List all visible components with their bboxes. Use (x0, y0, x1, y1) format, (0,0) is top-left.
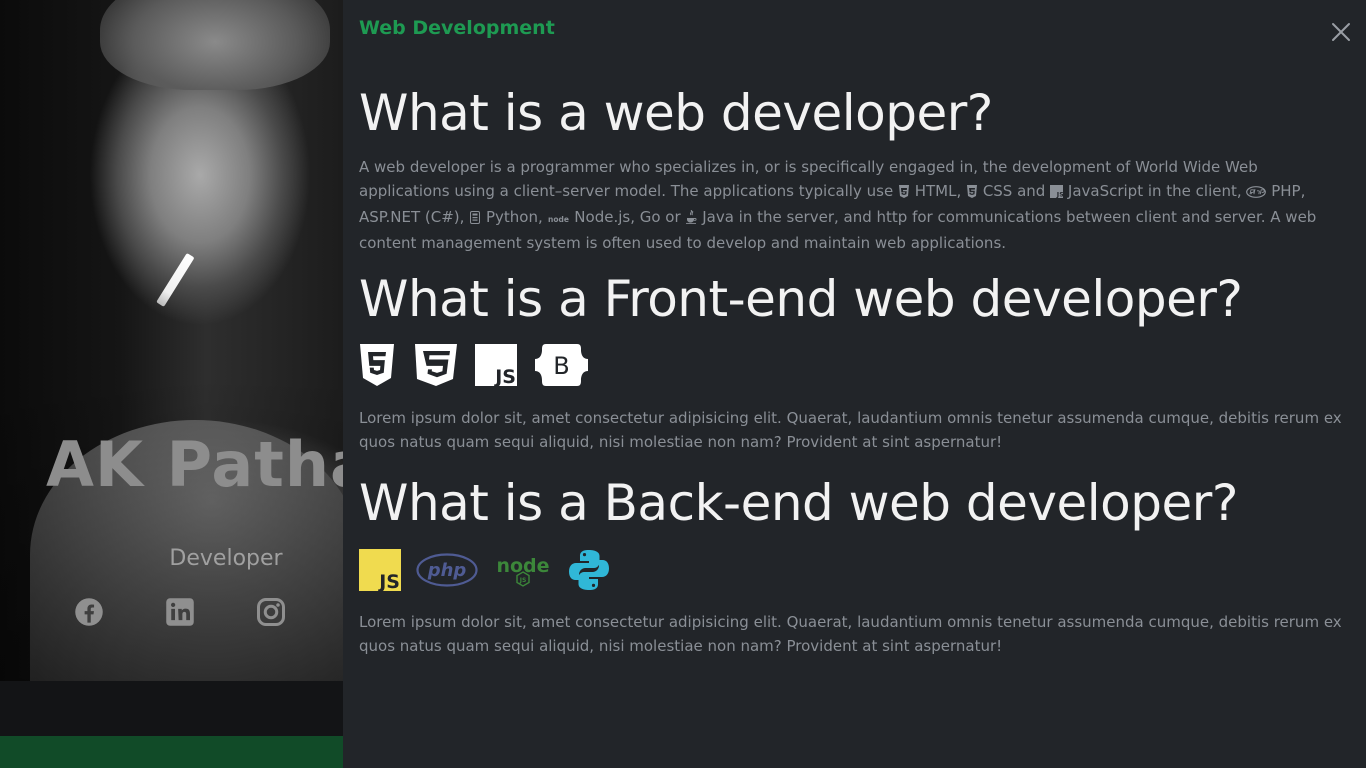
svg-text:JS: JS (1056, 191, 1063, 199)
nodejs-icon: node (548, 207, 570, 231)
svg-text:JS: JS (493, 366, 516, 386)
javascript-icon: JS (475, 344, 517, 390)
profile-card: AK Pathan Developer (0, 0, 343, 768)
svg-text:php: php (427, 560, 467, 581)
modal-title: Web Development (359, 17, 555, 39)
svg-text:JS: JS (519, 577, 527, 584)
javascript-icon: JS (1050, 181, 1064, 205)
close-button[interactable] (1330, 21, 1352, 43)
linkedin-icon[interactable] (164, 596, 196, 628)
section-heading-front-end: What is a Front-end web developer? (359, 270, 1243, 328)
section-heading-back-end: What is a Back-end web developer? (359, 474, 1238, 532)
python-icon (568, 549, 610, 595)
section-paragraph-front-end: Lorem ipsum dolor sit, amet consectetur … (359, 409, 1342, 451)
back-end-icon-row: JS php node JS (359, 549, 610, 595)
section-paragraph-back-end: Lorem ipsum dolor sit, amet consectetur … (359, 613, 1342, 655)
profile-name: AK Pathan (46, 428, 343, 501)
java-icon (685, 207, 697, 231)
front-end-icon-row: JS B (359, 344, 588, 390)
profile-role: Developer (169, 546, 283, 571)
article-modal: Web Development What is a web developer?… (343, 0, 1366, 768)
close-icon (1332, 23, 1350, 41)
html5-icon (898, 181, 910, 205)
section-paragraph-web-developer: A web developer is a programmer who spec… (359, 158, 1317, 252)
svg-text:node: node (496, 555, 549, 577)
svg-text:node: node (548, 215, 569, 224)
bottom-accent-bar (0, 736, 343, 768)
html5-icon (359, 344, 395, 390)
python-icon (469, 207, 481, 231)
svg-text:B: B (553, 352, 569, 380)
bootstrap-icon: B (535, 344, 588, 390)
nodejs-icon: node JS (492, 550, 554, 594)
php-icon: php (416, 553, 478, 591)
css3-icon (411, 344, 457, 390)
instagram-icon[interactable] (255, 596, 287, 628)
php-icon (1246, 181, 1267, 205)
facebook-icon[interactable] (73, 596, 105, 628)
javascript-icon: JS (359, 549, 401, 595)
svg-text:JS: JS (377, 571, 400, 591)
css3-icon (966, 181, 978, 205)
profile-photo: AK Pathan Developer (0, 0, 343, 681)
section-heading-web-developer: What is a web developer? (359, 84, 993, 142)
